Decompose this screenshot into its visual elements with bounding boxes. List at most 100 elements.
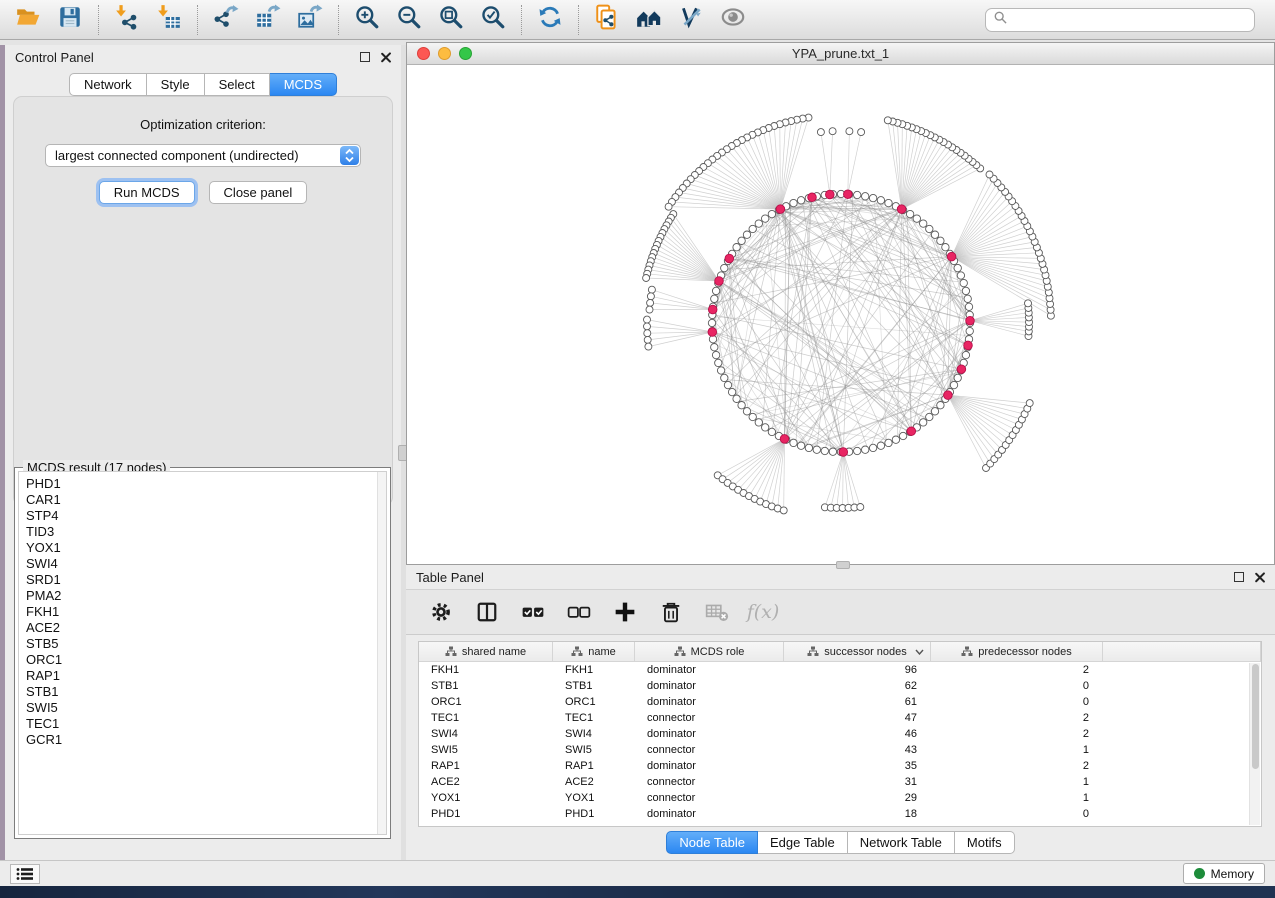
table-cell[interactable]: 47 (784, 710, 931, 726)
close-panel-icon[interactable] (1254, 572, 1265, 583)
network-canvas[interactable] (407, 65, 1274, 564)
graph-node[interactable] (920, 220, 927, 227)
table-cell[interactable]: dominator (635, 662, 784, 678)
save-session-button[interactable] (56, 6, 84, 34)
graph-node[interactable] (962, 351, 969, 358)
graph-hub-node[interactable] (947, 252, 956, 261)
graph-node[interactable] (962, 287, 969, 294)
task-history-button[interactable] (10, 864, 40, 884)
open-session-button[interactable] (14, 6, 42, 34)
graph-node[interactable] (721, 374, 728, 381)
add-column-button[interactable] (612, 599, 638, 625)
graph-node[interactable] (790, 199, 797, 206)
zoom-selected-button[interactable] (479, 6, 507, 34)
table-cell[interactable]: 96 (784, 662, 931, 678)
graph-node[interactable] (797, 442, 804, 449)
table-tab-network-table[interactable]: Network Table (848, 831, 955, 854)
mcds-result-item[interactable]: SWI5 (26, 700, 386, 716)
search-input[interactable] (1013, 13, 1246, 27)
table-cell[interactable]: FKH1 (553, 662, 635, 678)
graph-leaf-node[interactable] (645, 343, 652, 350)
graph-node[interactable] (937, 402, 944, 409)
graph-node[interactable] (724, 381, 731, 388)
graph-node[interactable] (749, 413, 756, 420)
graph-node[interactable] (762, 424, 769, 431)
table-cell[interactable]: PHD1 (419, 806, 553, 822)
table-row[interactable]: STB1STB1dominator620 (419, 678, 1261, 694)
graph-node[interactable] (755, 419, 762, 426)
table-row[interactable]: SWI4SWI4dominator462 (419, 726, 1261, 742)
graph-node[interactable] (869, 444, 876, 451)
graph-node[interactable] (749, 225, 756, 232)
table-tab-edge-table[interactable]: Edge Table (758, 831, 848, 854)
table-cell[interactable]: SWI5 (419, 742, 553, 758)
network-from-clipboard-button[interactable] (593, 6, 621, 34)
table-tab-node-table[interactable]: Node Table (666, 831, 758, 854)
table-cell[interactable] (1103, 726, 1261, 742)
graph-node[interactable] (931, 408, 938, 415)
table-cell[interactable]: dominator (635, 694, 784, 710)
graph-node[interactable] (957, 272, 964, 279)
table-cell[interactable] (1103, 662, 1261, 678)
column-header-empty[interactable] (1103, 642, 1261, 661)
graph-leaf-node[interactable] (817, 129, 824, 136)
graph-node[interactable] (711, 295, 718, 302)
table-cell[interactable]: ORC1 (553, 694, 635, 710)
graph-node[interactable] (885, 199, 892, 206)
graph-node[interactable] (954, 264, 961, 271)
mcds-result-item[interactable]: TEC1 (26, 716, 386, 732)
graph-leaf-node[interactable] (647, 299, 654, 306)
table-cell[interactable]: connector (635, 742, 784, 758)
graph-node[interactable] (712, 351, 719, 358)
graph-node[interactable] (738, 402, 745, 409)
graph-node[interactable] (762, 215, 769, 222)
graph-leaf-node[interactable] (647, 293, 654, 300)
graph-node[interactable] (965, 303, 972, 310)
float-panel-icon[interactable] (360, 52, 370, 62)
graph-hub-node[interactable] (897, 205, 906, 214)
table-cell[interactable]: 18 (784, 806, 931, 822)
table-cell[interactable]: TEC1 (553, 710, 635, 726)
show-graphics-details-button[interactable] (719, 6, 747, 34)
table-cell[interactable]: dominator (635, 758, 784, 774)
control-tab-network[interactable]: Network (69, 73, 147, 96)
graph-node[interactable] (797, 197, 804, 204)
optimization-criterion-select[interactable]: largest connected component (undirected) (45, 144, 361, 167)
mcds-result-item[interactable]: PMA2 (26, 588, 386, 604)
function-builder-button[interactable]: f(x) (750, 599, 776, 625)
table-cell[interactable] (1103, 678, 1261, 694)
graph-node[interactable] (920, 419, 927, 426)
graph-leaf-node[interactable] (665, 203, 672, 210)
table-cell[interactable] (1103, 694, 1261, 710)
table-cell[interactable]: TEC1 (419, 710, 553, 726)
graph-node[interactable] (937, 237, 944, 244)
table-cell[interactable]: 2 (931, 710, 1103, 726)
graph-leaf-node[interactable] (857, 504, 864, 511)
control-tab-select[interactable]: Select (205, 73, 270, 96)
table-row[interactable]: YOX1YOX1connector291 (419, 790, 1261, 806)
graph-node[interactable] (805, 444, 812, 451)
table-cell[interactable]: 2 (931, 726, 1103, 742)
table-settings-button[interactable] (428, 599, 454, 625)
graph-hub-node[interactable] (966, 316, 975, 325)
mcds-result-item[interactable]: PHD1 (26, 476, 386, 492)
table-cell[interactable]: dominator (635, 678, 784, 694)
mcds-result-item[interactable]: GCR1 (26, 732, 386, 748)
graph-node[interactable] (715, 359, 722, 366)
table-cell[interactable]: 2 (931, 662, 1103, 678)
network-window-titlebar[interactable]: YPA_prune.txt_1 (407, 43, 1274, 65)
graph-leaf-node[interactable] (846, 128, 853, 135)
graph-leaf-node[interactable] (829, 128, 836, 135)
mcds-result-item[interactable]: CAR1 (26, 492, 386, 508)
table-cell[interactable]: 1 (931, 790, 1103, 806)
table-cell[interactable]: 31 (784, 774, 931, 790)
mcds-result-item[interactable]: STB1 (26, 684, 386, 700)
table-row[interactable]: ORC1ORC1dominator610 (419, 694, 1261, 710)
graph-node[interactable] (821, 447, 828, 454)
graph-node[interactable] (728, 388, 735, 395)
column-header-predecessor-nodes[interactable]: predecessor nodes (931, 642, 1103, 661)
graph-node[interactable] (755, 220, 762, 227)
deselect-all-button[interactable] (566, 599, 592, 625)
export-table-button[interactable] (254, 6, 282, 34)
graph-hub-node[interactable] (715, 277, 724, 286)
